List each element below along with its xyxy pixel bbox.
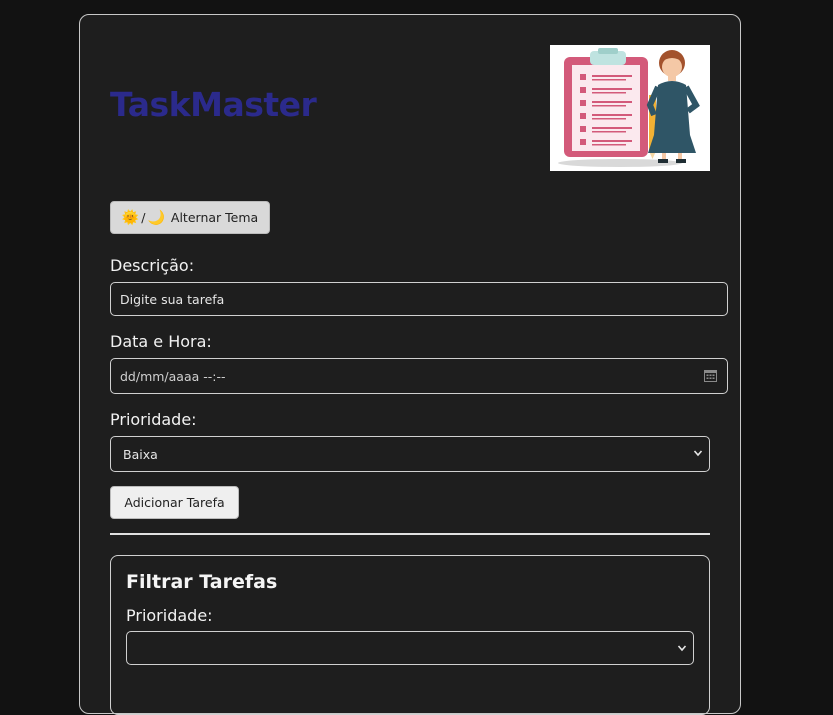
- add-task-button-label: Adicionar Tarefa: [124, 495, 225, 510]
- sun-icon: 🌞: [121, 209, 140, 226]
- moon-icon: 🌙: [147, 209, 165, 226]
- theme-toggle-label: Alternar Tema: [170, 210, 259, 225]
- section-divider: [110, 533, 710, 535]
- chevron-down-icon: [677, 645, 687, 652]
- priority-select-value: Baixa: [123, 446, 158, 462]
- calendar-icon[interactable]: [704, 369, 717, 382]
- filter-priority-select[interactable]: [126, 631, 694, 665]
- add-task-button[interactable]: Adicionar Tarefa: [110, 486, 239, 519]
- description-label: Descrição:: [110, 256, 195, 275]
- description-input[interactable]: Digite sua tarefa: [110, 282, 728, 316]
- priority-select[interactable]: Baixa: [110, 436, 710, 472]
- theme-toggle-button[interactable]: 🌞 / 🌙 Alternar Tema: [110, 201, 270, 234]
- priority-label: Prioridade:: [110, 410, 197, 429]
- datetime-label: Data e Hora:: [110, 332, 212, 351]
- theme-toggle-separator: /: [141, 210, 146, 225]
- checklist-illustration: [550, 45, 710, 171]
- description-input-text: Digite sua tarefa: [120, 291, 225, 307]
- filter-panel: Filtrar Tarefas Prioridade:: [110, 555, 710, 715]
- datetime-input[interactable]: dd/mm/aaaa --:--: [110, 358, 728, 394]
- datetime-input-text: dd/mm/aaaa --:--: [120, 368, 226, 384]
- filter-title: Filtrar Tarefas: [126, 571, 278, 593]
- filter-priority-label: Prioridade:: [126, 606, 213, 625]
- main-card: TaskMaster 🌞 / 🌙 Alternar Tema Descrição…: [79, 14, 741, 715]
- app-title: TaskMaster: [110, 85, 317, 124]
- chevron-down-icon: [693, 450, 703, 457]
